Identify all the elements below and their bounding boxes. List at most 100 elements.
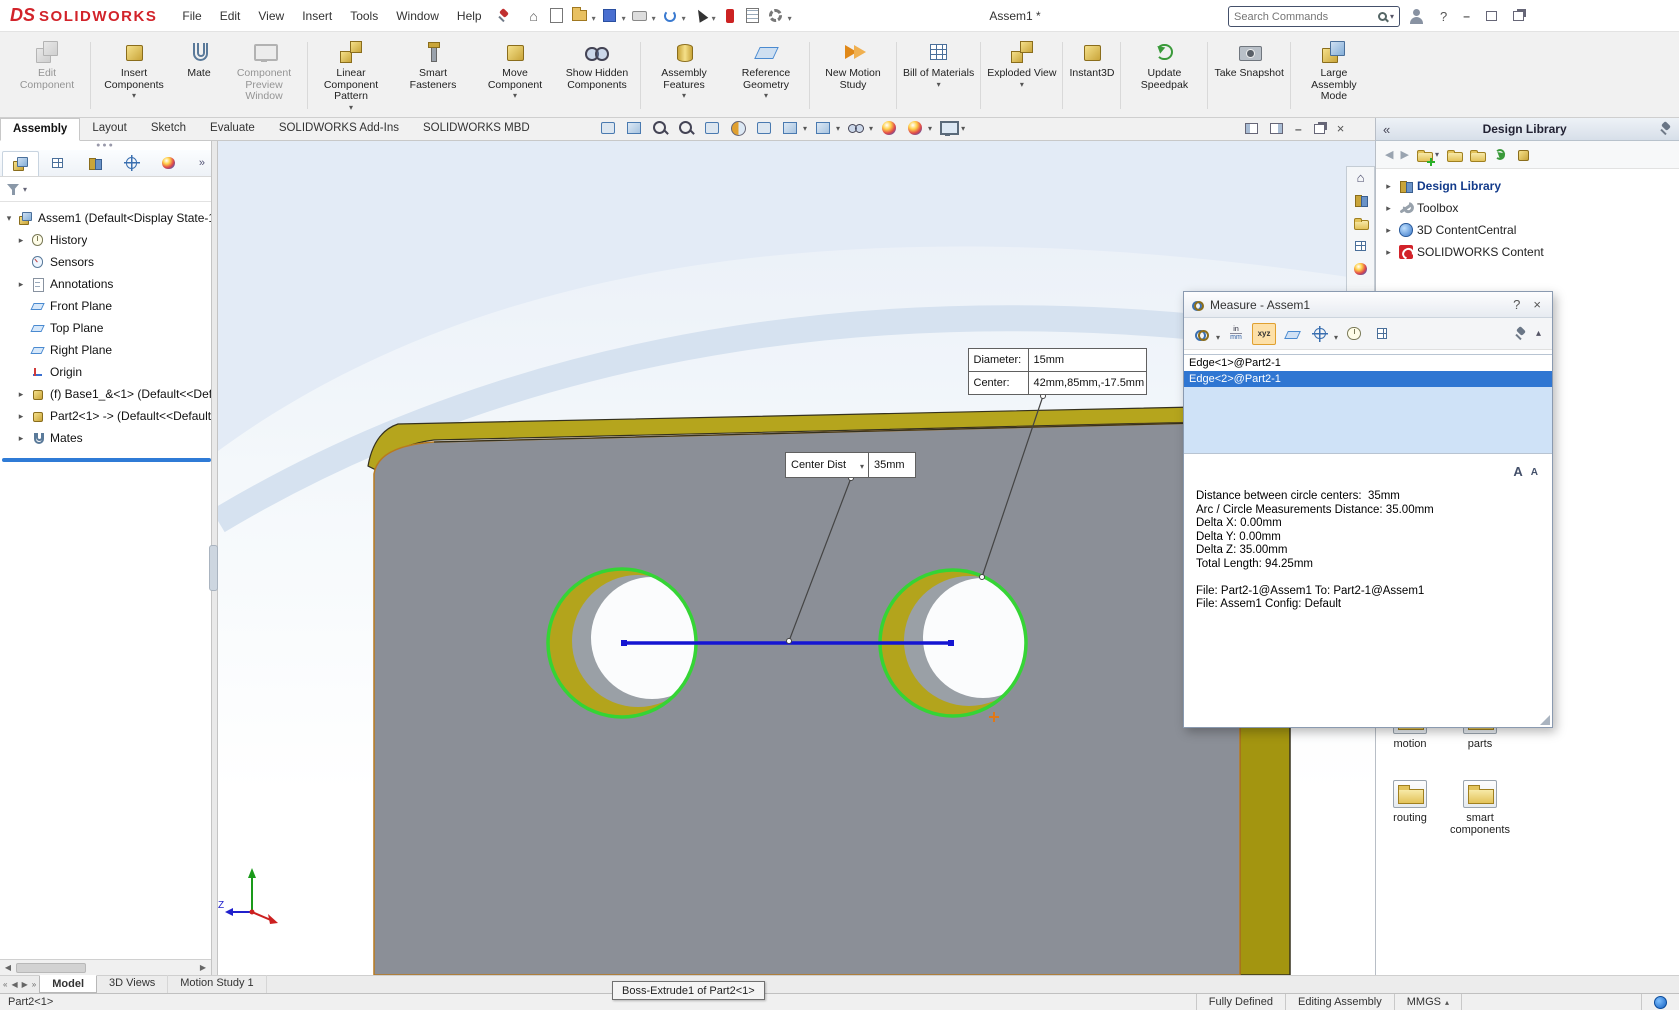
diameter-value[interactable]: 15mm xyxy=(1028,348,1147,372)
zoom-to-fit-icon[interactable] xyxy=(650,119,670,137)
selection-list-item-selected[interactable]: Edge<2>@Part2-1 xyxy=(1184,371,1552,387)
chevron-down-icon[interactable]: ▾ xyxy=(764,92,768,100)
expander-icon[interactable]: ▸ xyxy=(14,279,28,290)
select-cursor-icon[interactable] xyxy=(690,5,710,27)
menu-view[interactable]: View xyxy=(249,4,293,28)
units-precision-icon[interactable] xyxy=(1224,323,1248,345)
search-dropdown-icon[interactable]: ▾ xyxy=(1390,12,1394,21)
tree-item-sensors[interactable]: Sensors xyxy=(2,251,211,273)
tab-sketch[interactable]: Sketch xyxy=(139,118,198,141)
doc-minimize-icon[interactable]: – xyxy=(1295,122,1302,136)
library-item-3d-contentcentral[interactable]: ▸ 3D ContentCentral xyxy=(1382,219,1679,241)
tree-item-part2[interactable]: ▸ Part2<1> -> (Default<<Default>_ xyxy=(2,405,211,427)
view-orientation-arrows-icon[interactable] xyxy=(598,119,618,137)
forward-icon[interactable]: ▶ xyxy=(1400,148,1408,161)
add-file-location-icon[interactable] xyxy=(1446,147,1462,163)
tree-item-front-plane[interactable]: Front Plane xyxy=(2,295,211,317)
options-dropdown-icon[interactable]: ▾ xyxy=(788,14,792,23)
save-dropdown-icon[interactable]: ▾ xyxy=(622,14,626,23)
user-account-icon[interactable] xyxy=(1408,8,1424,24)
edit-component-button[interactable]: Edit Component xyxy=(6,34,88,117)
section-view-icon[interactable] xyxy=(728,119,748,137)
expander-icon[interactable]: ▸ xyxy=(1382,181,1395,192)
chevron-down-icon[interactable]: ▾ xyxy=(682,92,686,100)
chevron-down-icon[interactable]: ▾ xyxy=(132,92,136,100)
library-item-design-library[interactable]: ▸ Design Library xyxy=(1382,175,1679,197)
expander-icon[interactable]: ▸ xyxy=(14,411,28,422)
menu-insert[interactable]: Insert xyxy=(293,4,341,28)
open-document-icon[interactable] xyxy=(570,5,590,27)
tab-3d-views[interactable]: 3D Views xyxy=(97,975,168,993)
options-gear-icon[interactable] xyxy=(766,5,786,27)
component-preview-window-button[interactable]: Component Preview Window xyxy=(223,34,305,117)
chevron-down-icon[interactable]: ▾ xyxy=(803,124,807,133)
tree-item-mates[interactable]: ▸ Mates xyxy=(2,427,211,449)
manager-tab-overflow-icon[interactable]: » xyxy=(199,157,209,169)
menu-window[interactable]: Window xyxy=(387,4,448,28)
last-tab-icon[interactable]: » xyxy=(32,980,36,989)
smart-fasteners-button[interactable]: Smart Fasteners xyxy=(392,34,474,117)
tab-evaluate[interactable]: Evaluate xyxy=(198,118,267,141)
increase-font-icon[interactable] xyxy=(1513,464,1522,479)
library-folder-routing[interactable]: routing xyxy=(1379,780,1441,824)
open-dropdown-icon[interactable]: ▾ xyxy=(592,14,596,23)
panel-collapse-handle[interactable] xyxy=(209,545,218,591)
view-settings-icon[interactable] xyxy=(938,119,958,137)
chevron-down-icon[interactable]: ▾ xyxy=(937,81,941,89)
doc-close-icon[interactable]: × xyxy=(1337,121,1345,136)
help-icon[interactable]: ? xyxy=(1509,297,1524,312)
home-icon[interactable]: ⌂ xyxy=(524,5,544,27)
measure-selection-list[interactable]: Edge<1>@Part2-1 Edge<2>@Part2-1 xyxy=(1184,354,1552,454)
expander-icon[interactable]: ▸ xyxy=(14,433,28,444)
library-folder-smart-components[interactable]: smart components xyxy=(1449,780,1511,836)
chevron-down-icon[interactable]: ▾ xyxy=(1216,333,1220,342)
center-value[interactable]: 42mm,85mm,-17.5mm xyxy=(1028,371,1147,395)
add-to-library-icon[interactable] xyxy=(1416,147,1432,163)
measure-dialog-titlebar[interactable]: Measure - Assem1 ? × xyxy=(1184,292,1552,318)
filter-dropdown-icon[interactable]: ▾ xyxy=(23,185,27,194)
chevron-down-icon[interactable]: ▾ xyxy=(349,104,353,112)
scrollbar-thumb[interactable] xyxy=(16,963,86,973)
restore-window-icon[interactable] xyxy=(1513,11,1524,21)
tab-assembly[interactable]: Assembly xyxy=(0,118,80,141)
custom-properties-icon[interactable] xyxy=(1353,238,1369,254)
assembly-features-button[interactable]: Assembly Features ▾ xyxy=(643,34,725,117)
filter-funnel-icon[interactable] xyxy=(6,183,20,196)
chevron-down-icon[interactable]: ▾ xyxy=(513,92,517,100)
undo-dropdown-icon[interactable]: ▾ xyxy=(682,14,686,23)
file-explorer-icon[interactable] xyxy=(1353,215,1369,231)
collapse-dialog-icon[interactable]: ▴ xyxy=(1531,328,1546,339)
chevron-down-icon[interactable]: ▾ xyxy=(1435,150,1439,159)
doc-restore-icon[interactable] xyxy=(1314,124,1325,134)
search-input[interactable] xyxy=(1234,11,1375,23)
status-globe[interactable] xyxy=(1641,994,1679,1010)
home-icon[interactable]: ⌂ xyxy=(1357,171,1365,185)
library-item-solidworks-content[interactable]: ▸ SOLIDWORKS Content xyxy=(1382,241,1679,263)
refresh-icon[interactable] xyxy=(1492,147,1508,163)
create-new-folder-icon[interactable] xyxy=(1469,147,1485,163)
apply-scene-icon[interactable] xyxy=(905,119,925,137)
arc-circle-measure-icon[interactable] xyxy=(1190,323,1214,345)
menu-file[interactable]: File xyxy=(173,4,210,28)
units-dropdown-icon[interactable]: ▴ xyxy=(1445,998,1449,1007)
pane-right-toggle-icon[interactable] xyxy=(1270,123,1283,134)
scroll-left-icon[interactable]: ◀ xyxy=(0,963,16,972)
part-front-face[interactable] xyxy=(374,422,1240,975)
chevron-down-icon[interactable]: ▾ xyxy=(1334,333,1338,342)
linear-component-pattern-button[interactable]: Linear Component Pattern ▾ xyxy=(310,34,392,117)
point-to-point-icon[interactable] xyxy=(1308,323,1332,345)
first-tab-icon[interactable]: « xyxy=(3,980,7,989)
expander-icon[interactable]: ▸ xyxy=(14,389,28,400)
resize-grip[interactable] xyxy=(1540,715,1550,725)
chevron-down-icon[interactable]: ▾ xyxy=(869,124,873,133)
search-icon[interactable] xyxy=(1378,12,1387,21)
measurement-history-icon[interactable] xyxy=(1342,323,1366,345)
menu-help[interactable]: Help xyxy=(448,4,491,28)
displaymanager-tab[interactable] xyxy=(150,151,187,176)
chevron-down-icon[interactable]: ▾ xyxy=(961,124,965,133)
previous-view-icon[interactable] xyxy=(702,119,722,137)
featuremanager-tab[interactable] xyxy=(2,151,39,176)
update-speedpak-button[interactable]: Update Speedpak xyxy=(1123,34,1205,117)
tree-item-history[interactable]: ▸ History xyxy=(2,229,211,251)
pin-dialog-icon[interactable] xyxy=(1514,327,1527,341)
